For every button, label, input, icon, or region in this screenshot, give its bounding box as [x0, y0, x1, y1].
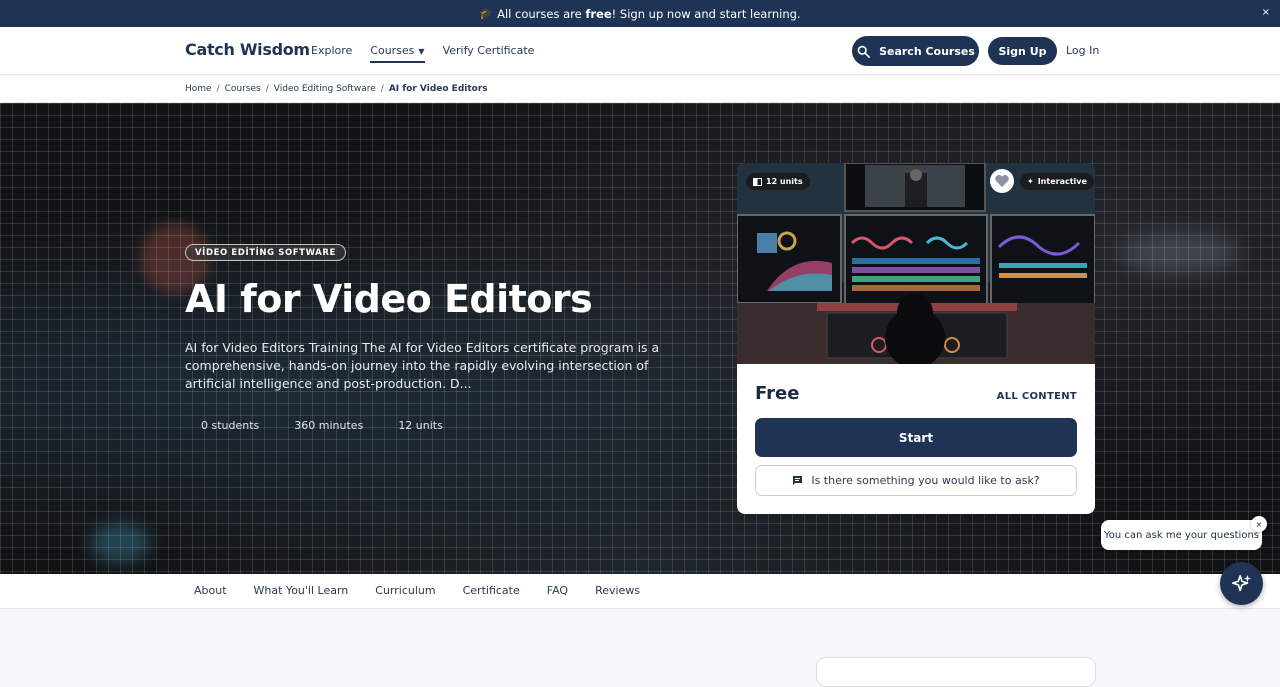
ask-question-label: Is there something you would like to ask…: [811, 474, 1040, 487]
nav-courses[interactable]: Courses ▼: [370, 44, 425, 63]
graduation-cap-icon: 🎓: [479, 7, 494, 20]
tab-faq[interactable]: FAQ: [547, 584, 568, 597]
sidebar-card-partial: [816, 657, 1096, 687]
course-description: AI for Video Editors Training The AI for…: [185, 340, 660, 391]
breadcrumb-separator: /: [216, 84, 220, 94]
tab-certificate[interactable]: Certificate: [463, 584, 520, 597]
students-count: 0 students: [201, 419, 260, 432]
chevron-down-icon: ▼: [418, 47, 425, 56]
chat-bubble-close-button[interactable]: ×: [1251, 516, 1267, 532]
tab-reviews[interactable]: Reviews: [595, 584, 640, 597]
course-title: AI for Video Editors: [185, 277, 593, 321]
units-chip: 12 units: [746, 173, 810, 190]
site-logo[interactable]: Catch Wisdom: [185, 40, 310, 59]
breadcrumb-home[interactable]: Home: [185, 84, 212, 94]
chat-assistant-button[interactable]: [1220, 562, 1263, 605]
breadcrumb-courses[interactable]: Courses: [225, 84, 261, 94]
interactive-chip: ✦ Interactive: [1020, 173, 1094, 190]
sparkle-icon: ✦: [1027, 177, 1034, 186]
book-icon: [753, 177, 762, 186]
favorite-button[interactable]: [990, 169, 1014, 193]
breadcrumb-current: AI for Video Editors: [388, 84, 488, 94]
tab-curriculum[interactable]: Curriculum: [375, 584, 435, 597]
course-price: Free: [755, 383, 800, 404]
tab-about[interactable]: About: [194, 584, 227, 597]
search-courses-button[interactable]: Search Courses: [852, 36, 979, 66]
course-stats: 0 students 360 minutes 12 units: [201, 419, 478, 432]
message-icon: [793, 476, 803, 485]
course-hero: VİDEO EDİTİNG SOFTWARE AI for Video Edit…: [0, 103, 1280, 574]
announcement-bar: 🎓 All courses are free ! Sign up now and…: [0, 0, 1280, 27]
units-count: 12 units: [398, 419, 443, 432]
interactive-chip-label: Interactive: [1037, 177, 1087, 186]
course-section-tabs: About What You'll Learn Curriculum Certi…: [0, 574, 1280, 609]
nav-courses-label: Courses: [370, 44, 415, 57]
login-link[interactable]: Log In: [1066, 44, 1099, 57]
nav-explore[interactable]: Explore: [311, 44, 352, 63]
announcement-close-button[interactable]: ×: [1262, 7, 1270, 18]
announcement-prefix: All courses are: [497, 6, 586, 21]
category-tag[interactable]: VİDEO EDİTİNG SOFTWARE: [185, 244, 346, 261]
main-nav: Explore Courses ▼ Verify Certificate: [311, 44, 552, 63]
site-header: Catch Wisdom Explore Courses ▼ Verify Cer…: [0, 27, 1280, 75]
search-courses-label: Search Courses: [879, 44, 975, 58]
breadcrumb: Home / Courses / Video Editing Software …: [0, 76, 1280, 103]
course-thumbnail-image: [737, 163, 1095, 364]
nav-verify-certificate[interactable]: Verify Certificate: [443, 44, 535, 63]
start-button[interactable]: Start: [755, 418, 1077, 457]
breadcrumb-category[interactable]: Video Editing Software: [274, 84, 376, 94]
tab-what-youll-learn[interactable]: What You'll Learn: [254, 584, 349, 597]
ai-sparkle-icon: [1231, 574, 1251, 591]
chat-prompt-bubble[interactable]: You can ask me your questions: [1101, 520, 1262, 550]
announcement-free: free: [585, 6, 612, 21]
access-label: ALL CONTENT: [996, 391, 1077, 402]
breadcrumb-separator: /: [380, 84, 384, 94]
search-icon: [857, 45, 871, 58]
duration: 360 minutes: [294, 419, 364, 432]
nav-explore-label: Explore: [311, 44, 353, 57]
announcement-suffix: ! Sign up now and start learning.: [611, 6, 801, 21]
nav-verify-label: Verify Certificate: [442, 44, 535, 57]
ask-question-button[interactable]: Is there something you would like to ask…: [755, 465, 1077, 496]
course-enroll-card: 12 units ✦ Interactive Free ALL CONTENT …: [737, 163, 1095, 514]
signup-button[interactable]: Sign Up: [988, 37, 1057, 65]
units-chip-label: 12 units: [766, 177, 803, 186]
heart-icon: [995, 175, 1009, 187]
breadcrumb-separator: /: [265, 84, 269, 94]
